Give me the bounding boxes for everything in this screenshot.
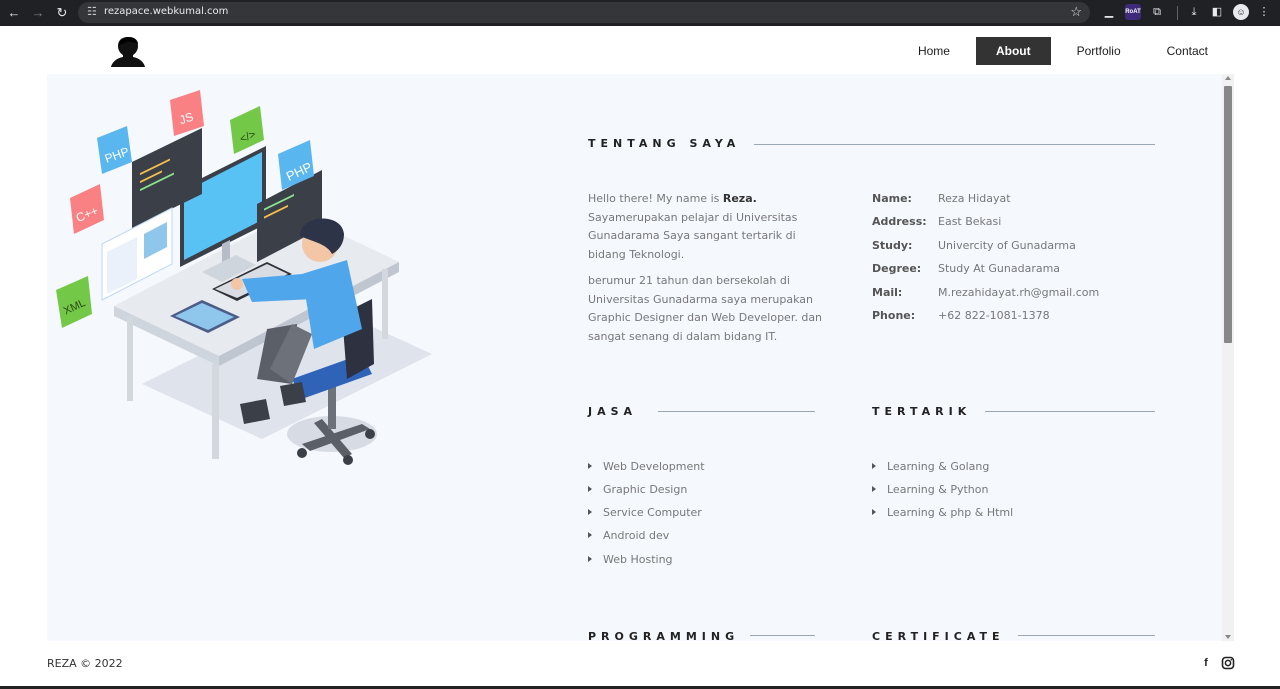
- more-menu-icon[interactable]: ⋮: [1256, 4, 1272, 20]
- jasa-item: Service Computer: [588, 506, 702, 519]
- site-info-icon[interactable]: ☷: [87, 5, 97, 18]
- programming-title-line: [750, 635, 815, 636]
- about-section: PHP JS </> PHP C++ XML TENTANG SAYA Hell…: [47, 74, 1222, 641]
- nav-contact[interactable]: Contact: [1147, 37, 1228, 65]
- jasa-item: Graphic Design: [588, 483, 687, 496]
- toolbar-divider: [1177, 6, 1178, 20]
- caret-right-icon: [588, 463, 592, 469]
- caret-right-icon: [588, 532, 592, 538]
- certificate-title: CERTIFICATE: [872, 630, 1005, 641]
- extension-badge-icon[interactable]: RoAT: [1125, 4, 1141, 20]
- bookmark-star-icon[interactable]: ☆: [1070, 4, 1082, 20]
- tertarik-title-line: [985, 411, 1155, 412]
- side-panel-icon[interactable]: ◧: [1209, 4, 1225, 20]
- main-nav: Home About Portfolio Contact: [892, 37, 1228, 65]
- forward-icon[interactable]: →: [29, 4, 47, 22]
- jasa-item: Android dev: [588, 529, 669, 542]
- php-tag-icon: PHP: [97, 126, 132, 174]
- tertarik-item: Learning & Python: [872, 483, 988, 496]
- scroll-up-icon[interactable]: [1225, 76, 1231, 80]
- browser-toolbar: ← → ↻ ☷ rezapace.webkumal.com ☆ ▁ RoAT ⧉…: [0, 0, 1280, 26]
- tertarik-item: Learning & php & Html: [872, 506, 1013, 519]
- about-intro-paragraph-1: Hello there! My name is Reza. Sayamerupa…: [588, 192, 798, 261]
- caret-right-icon: [872, 463, 876, 469]
- developer-desk-illustration: PHP JS </> PHP C++ XML: [56, 90, 432, 465]
- cpp-tag-icon: C++: [70, 184, 104, 234]
- facebook-icon[interactable]: f: [1199, 656, 1213, 670]
- site-header: Home About Portfolio Contact: [0, 26, 1280, 74]
- reload-icon[interactable]: ↻: [53, 4, 71, 22]
- caret-right-icon: [588, 556, 592, 562]
- jasa-item: Web Hosting: [588, 553, 673, 566]
- url-text[interactable]: rezapace.webkumal.com: [104, 6, 228, 17]
- nav-home[interactable]: Home: [898, 37, 970, 65]
- extension-icon[interactable]: ▁: [1101, 4, 1117, 20]
- js-tag-icon: JS: [170, 90, 204, 136]
- scroll-down-icon[interactable]: [1225, 635, 1231, 639]
- copyright-text: REZA © 2022: [47, 657, 123, 670]
- extensions-puzzle-icon[interactable]: ⧉: [1149, 4, 1165, 20]
- silhouette-logo-icon[interactable]: [110, 36, 146, 68]
- nav-portfolio[interactable]: Portfolio: [1057, 37, 1141, 65]
- site-footer: REZA © 2022 f: [0, 641, 1280, 689]
- caret-right-icon: [588, 486, 592, 492]
- jasa-title-line: [658, 411, 815, 412]
- page-scrollbar[interactable]: [1222, 74, 1234, 641]
- certificate-title-line: [1018, 635, 1155, 636]
- scrollbar-thumb[interactable]: [1224, 86, 1232, 343]
- caret-right-icon: [588, 509, 592, 515]
- about-intro-paragraph-2: berumur 21 tahun dan bersekolah di Unive…: [588, 274, 823, 343]
- tertarik-item: Learning & Golang: [872, 460, 989, 473]
- about-name: Reza.: [722, 192, 757, 205]
- jasa-title: JASA: [588, 405, 638, 418]
- profile-avatar-icon[interactable]: ☺: [1233, 4, 1249, 20]
- tertarik-title: TERTARIK: [872, 405, 972, 418]
- caret-right-icon: [872, 509, 876, 515]
- xml-tag-icon: XML: [56, 276, 92, 328]
- about-title: TENTANG SAYA: [588, 137, 741, 150]
- address-bar[interactable]: ☷ rezapace.webkumal.com ☆: [78, 2, 1090, 23]
- programming-title: PROGRAMMING: [588, 630, 740, 641]
- download-icon[interactable]: ⤓: [1186, 4, 1202, 20]
- back-icon[interactable]: ←: [5, 4, 23, 22]
- about-title-line: [754, 144, 1155, 145]
- caret-right-icon: [872, 486, 876, 492]
- code-tag-icon: </>: [230, 106, 264, 154]
- nav-about[interactable]: About: [975, 37, 1051, 65]
- instagram-icon[interactable]: [1221, 656, 1235, 670]
- jasa-item: Web Development: [588, 460, 705, 473]
